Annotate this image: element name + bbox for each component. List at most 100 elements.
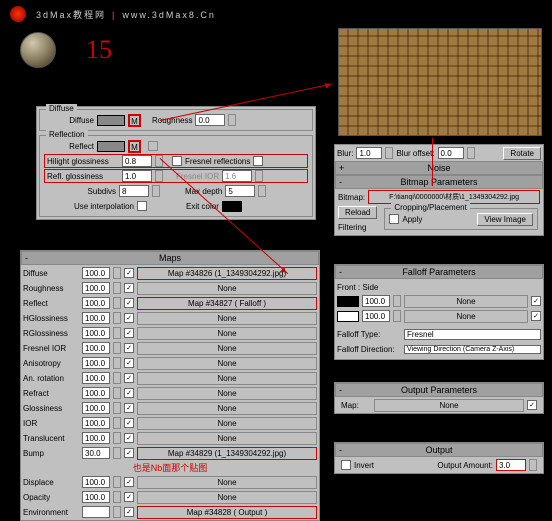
map-amount-spinner[interactable]: 100.0: [82, 372, 110, 384]
map-enable-checkbox[interactable]: ✓: [124, 448, 134, 458]
falloff-cb1[interactable]: ✓: [531, 296, 541, 306]
map-amount-btns[interactable]: [113, 372, 121, 384]
map-amount-spinner[interactable]: 100.0: [82, 297, 110, 309]
map-amount-spinner[interactable]: 100.0: [82, 282, 110, 294]
falloff-params-header[interactable]: -Falloff Parameters: [335, 265, 543, 279]
map-slot-button[interactable]: None: [137, 417, 317, 430]
output-amount-btns[interactable]: [529, 459, 537, 471]
output-params-header[interactable]: -Output Parameters: [335, 383, 543, 397]
map-enable-checkbox[interactable]: ✓: [124, 433, 134, 443]
falloff-color1-swatch[interactable]: [337, 296, 359, 307]
maxdepth-spinner-btns[interactable]: [258, 185, 266, 197]
map-amount-spinner[interactable]: 100.0: [82, 491, 110, 503]
falloff-amt2-btns[interactable]: [393, 310, 401, 322]
refl-gloss-spinner[interactable]: 1.0: [122, 170, 152, 182]
map-amount-btns[interactable]: [113, 267, 121, 279]
map-slot-button[interactable]: Map #34827 ( Falloff ): [137, 297, 317, 310]
map-enable-checkbox[interactable]: ✓: [124, 388, 134, 398]
invert-checkbox[interactable]: [341, 460, 351, 470]
map-slot-button[interactable]: None: [137, 476, 317, 489]
map-amount-btns[interactable]: [113, 476, 121, 488]
blur-offset-spinner[interactable]: 0.0: [438, 147, 464, 159]
diffuse-color-swatch[interactable]: [97, 115, 125, 126]
map-enable-checkbox[interactable]: ✓: [124, 283, 134, 293]
map-amount-btns[interactable]: [113, 491, 121, 503]
map-amount-btns[interactable]: [113, 342, 121, 354]
refl-gloss-spinner-btns[interactable]: [155, 170, 163, 182]
falloff-dir-dropdown[interactable]: Viewing Direction (Camera Z-Axis): [404, 345, 541, 354]
map-amount-spinner[interactable]: 100.0: [82, 417, 110, 429]
maxdepth-spinner[interactable]: 5: [225, 185, 255, 197]
map-amount-spinner[interactable]: [82, 506, 110, 518]
map-enable-checkbox[interactable]: ✓: [124, 328, 134, 338]
reflect-lock-button[interactable]: [148, 141, 158, 151]
map-amount-btns[interactable]: [113, 447, 121, 459]
map-slot-button[interactable]: None: [137, 282, 317, 295]
map-slot-button[interactable]: Map #34828 ( Output ): [137, 506, 317, 519]
map-amount-btns[interactable]: [113, 402, 121, 414]
map-amount-spinner[interactable]: 100.0: [82, 402, 110, 414]
map-enable-checkbox[interactable]: ✓: [124, 507, 134, 517]
output-map-cb[interactable]: ✓: [527, 400, 537, 410]
map-enable-checkbox[interactable]: ✓: [124, 268, 134, 278]
map-amount-btns[interactable]: [113, 327, 121, 339]
map-slot-button[interactable]: None: [137, 357, 317, 370]
map-amount-spinner[interactable]: 100.0: [82, 476, 110, 488]
falloff-cb2[interactable]: ✓: [531, 311, 541, 321]
bitmap-params-header[interactable]: -Bitmap Parameters: [335, 175, 543, 189]
blur-offset-spinner-btns[interactable]: [467, 147, 475, 159]
map-amount-spinner[interactable]: 100.0: [82, 342, 110, 354]
map-amount-btns[interactable]: [113, 312, 121, 324]
bitmap-path-slot[interactable]: F:\tianqi\0000000\材质\1_1349304292.jpg: [368, 190, 540, 204]
diffuse-map-button[interactable]: M: [128, 114, 141, 127]
output-map-slot[interactable]: None: [374, 399, 524, 412]
reload-button[interactable]: Reload: [338, 206, 377, 219]
map-enable-checkbox[interactable]: ✓: [124, 403, 134, 413]
output-amount-spinner[interactable]: 3.0: [496, 459, 526, 471]
falloff-amt1-btns[interactable]: [393, 295, 401, 307]
map-enable-checkbox[interactable]: ✓: [124, 492, 134, 502]
map-slot-button[interactable]: Map #34826 (1_1349304292.jpg): [137, 267, 317, 280]
map-enable-checkbox[interactable]: ✓: [124, 373, 134, 383]
fresnel-lock[interactable]: [253, 156, 263, 166]
map-amount-btns[interactable]: [113, 282, 121, 294]
fresnel-ior-spinner[interactable]: 1.6: [222, 170, 252, 182]
rotate-button[interactable]: Rotate: [503, 147, 541, 160]
map-slot-button[interactable]: None: [137, 491, 317, 504]
blur-spinner[interactable]: 1.0: [356, 147, 382, 159]
noise-rollout-header[interactable]: +Noise: [335, 161, 543, 175]
map-amount-btns[interactable]: [113, 357, 121, 369]
map-enable-checkbox[interactable]: ✓: [124, 343, 134, 353]
map-amount-btns[interactable]: [113, 417, 121, 429]
map-amount-spinner[interactable]: 100.0: [82, 312, 110, 324]
map-amount-spinner[interactable]: 30.0: [82, 447, 110, 459]
map-slot-button[interactable]: None: [137, 432, 317, 445]
map-slot-button[interactable]: Map #34829 (1_1349304292.jpg): [137, 447, 317, 460]
reflect-map-button[interactable]: M: [128, 140, 141, 153]
fresnel-checkbox[interactable]: [172, 156, 182, 166]
map-slot-button[interactable]: None: [137, 342, 317, 355]
map-enable-checkbox[interactable]: ✓: [124, 418, 134, 428]
output-rollout-header[interactable]: -Output: [335, 443, 543, 457]
map-slot-button[interactable]: None: [137, 312, 317, 325]
interp-checkbox[interactable]: [137, 201, 147, 211]
roughness-spinner[interactable]: 0.0: [195, 114, 225, 126]
map-amount-spinner[interactable]: 100.0: [82, 387, 110, 399]
roughness-spinner-btns[interactable]: [228, 114, 236, 126]
falloff-color2-swatch[interactable]: [337, 311, 359, 322]
apply-checkbox[interactable]: [389, 214, 399, 224]
falloff-amt1-spinner[interactable]: 100.0: [362, 295, 390, 307]
falloff-type-dropdown[interactable]: Fresnel: [404, 329, 541, 340]
map-slot-button[interactable]: None: [137, 402, 317, 415]
reflect-color-swatch[interactable]: [97, 141, 125, 152]
map-slot-button[interactable]: None: [137, 327, 317, 340]
map-amount-btns[interactable]: [113, 506, 121, 518]
falloff-slot2[interactable]: None: [404, 310, 528, 323]
hilight-gloss-spinner[interactable]: 0.8: [122, 155, 152, 167]
falloff-slot1[interactable]: None: [404, 295, 528, 308]
map-enable-checkbox[interactable]: ✓: [124, 477, 134, 487]
subdivs-spinner[interactable]: 8: [119, 185, 149, 197]
map-amount-spinner[interactable]: 100.0: [82, 357, 110, 369]
map-slot-button[interactable]: None: [137, 372, 317, 385]
map-amount-btns[interactable]: [113, 387, 121, 399]
